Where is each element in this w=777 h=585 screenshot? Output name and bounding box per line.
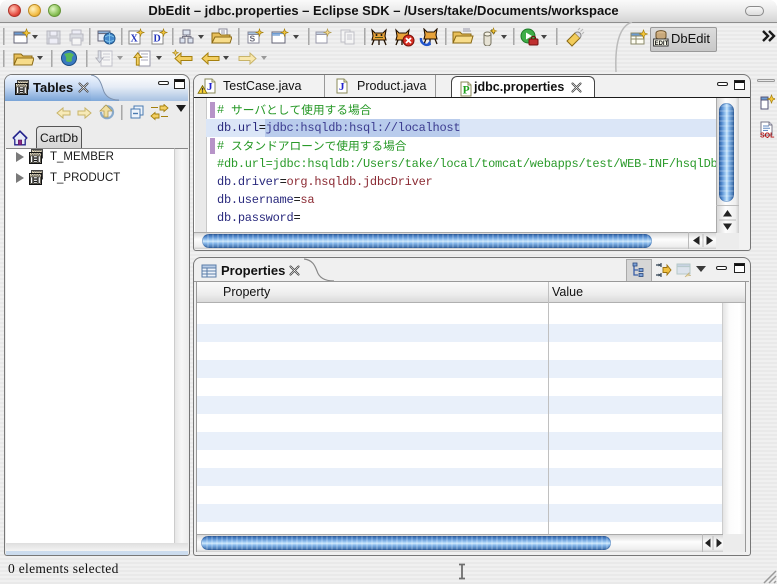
svg-text:S: S bbox=[250, 34, 256, 44]
svg-text:D: D bbox=[154, 34, 161, 45]
svg-text:EDIT: EDIT bbox=[655, 41, 669, 47]
svg-text:SQL: SQL bbox=[760, 133, 775, 139]
svg-text:X: X bbox=[131, 34, 139, 45]
